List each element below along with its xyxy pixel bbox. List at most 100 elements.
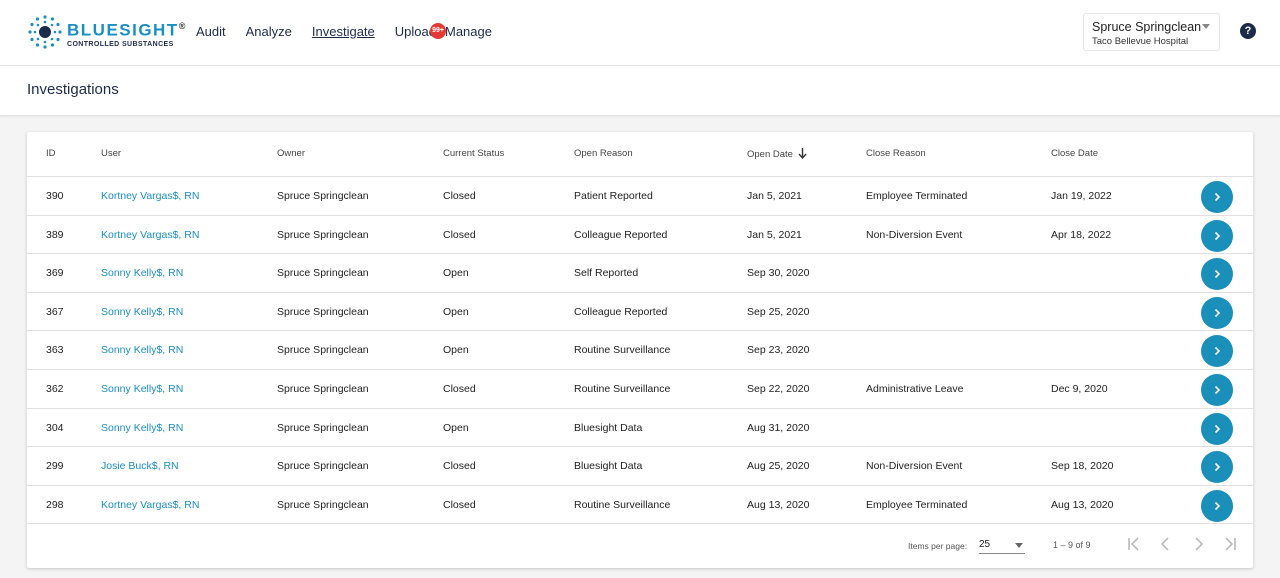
cell-id: 367 xyxy=(46,305,64,318)
cell-open-date: Aug 13, 2020 xyxy=(747,498,810,511)
cell-open-date: Jan 5, 2021 xyxy=(747,228,802,241)
previous-page-icon[interactable] xyxy=(1158,536,1174,552)
view-investigation-button[interactable] xyxy=(1201,258,1233,291)
user-menu[interactable]: Spruce Springclean Taco Bellevue Hospita… xyxy=(1083,13,1220,51)
cell-user[interactable]: Sonny Kelly$, RN xyxy=(101,344,183,356)
view-investigation-button[interactable] xyxy=(1201,489,1233,522)
view-investigation-button[interactable] xyxy=(1201,374,1233,406)
cell-close-date: Dec 9, 2020 xyxy=(1051,383,1108,395)
header-owner[interactable]: Owner xyxy=(277,148,305,159)
cell-user[interactable]: Kortney Vargas$, RN xyxy=(101,229,199,241)
registered-mark: ® xyxy=(178,21,187,31)
view-investigation-button[interactable] xyxy=(1201,451,1233,484)
paginator: Items per page: 25 1 – 9 of 9 xyxy=(27,524,1253,568)
cell-close-date: Apr 18, 2022 xyxy=(1051,228,1112,241)
header-open-reason[interactable]: Open Reason xyxy=(574,148,633,159)
table-row: 299 Josie Buck$, RN Spruce Springclean Clos… xyxy=(27,447,1253,486)
view-investigation-button[interactable] xyxy=(1201,219,1233,252)
page-title: Investigations xyxy=(27,81,119,98)
cell-owner: Spruce Springclean xyxy=(277,498,369,511)
cell-open-reason: Routine Surveillance xyxy=(574,383,671,395)
last-page-icon[interactable] xyxy=(1222,536,1238,552)
cell-open-reason: Self Reported xyxy=(574,267,639,280)
cell-owner: Spruce Springclean xyxy=(277,383,369,395)
upload-count-badge: 99+ xyxy=(430,23,446,39)
view-investigation-button[interactable] xyxy=(1201,181,1233,213)
cell-owner: Spruce Springclean xyxy=(277,305,369,318)
header-open-date[interactable]: Open Date xyxy=(747,148,807,160)
cell-id: 304 xyxy=(46,421,64,434)
cell-user[interactable]: Sonny Kelly$, RN xyxy=(101,383,183,395)
cell-id: 299 xyxy=(46,460,64,473)
items-per-page-select[interactable]: 25 xyxy=(979,536,1025,554)
cell-open-date: Aug 31, 2020 xyxy=(747,421,810,434)
view-investigation-button[interactable] xyxy=(1201,335,1233,368)
cell-close-reason: Employee Terminated xyxy=(866,498,968,511)
cell-user[interactable]: Sonny Kelly$, RN xyxy=(101,306,183,318)
table-header: ID User Owner Current Status Open Reason… xyxy=(27,132,1253,177)
cell-open-date: Jan 5, 2021 xyxy=(747,190,802,202)
table-row: 362 Sonny Kelly$, RN Spruce Springclean Clo… xyxy=(27,370,1253,409)
table-row: 390 Kortney Vargas$, RN Spruce Springclean… xyxy=(27,177,1253,216)
cell-close-reason: Non-Diversion Event xyxy=(866,460,963,473)
brand: BLUESIGHT® CONTROLLED SUBSTANCES xyxy=(67,17,187,49)
nav-investigate[interactable]: Investigate xyxy=(312,24,375,39)
cell-id: 369 xyxy=(46,267,64,280)
chevron-right-icon xyxy=(1214,424,1221,433)
first-page-icon[interactable] xyxy=(1126,536,1142,552)
bluesight-logo-icon xyxy=(28,15,62,49)
cell-status: Closed xyxy=(443,228,476,241)
next-page-icon[interactable] xyxy=(1190,536,1206,552)
cell-id: 390 xyxy=(46,190,64,202)
page-range: 1 – 9 of 9 xyxy=(1053,540,1091,550)
cell-status: Open xyxy=(443,267,469,280)
cell-open-date: Sep 23, 2020 xyxy=(747,344,810,357)
cell-status: Closed xyxy=(443,460,476,473)
cell-owner: Spruce Springclean xyxy=(277,190,369,202)
cell-user[interactable]: Sonny Kelly$, RN xyxy=(101,267,183,279)
cell-close-date: Jan 19, 2022 xyxy=(1051,190,1112,202)
cell-open-date: Aug 25, 2020 xyxy=(747,460,810,473)
header-open-date-label: Open Date xyxy=(747,149,793,160)
page-header: Investigations xyxy=(0,66,1280,116)
cell-close-reason: Employee Terminated xyxy=(866,190,968,202)
header-close-reason[interactable]: Close Reason xyxy=(866,148,926,159)
chevron-right-icon xyxy=(1214,463,1221,472)
cell-user[interactable]: Kortney Vargas$, RN xyxy=(101,190,199,202)
nav-manage[interactable]: Manage xyxy=(445,24,492,39)
items-per-page-value: 25 xyxy=(979,539,991,550)
cell-open-reason: Patient Reported xyxy=(574,190,653,202)
caret-down-icon xyxy=(1015,543,1023,548)
view-investigation-button[interactable] xyxy=(1201,412,1233,445)
cell-open-date: Sep 22, 2020 xyxy=(747,383,810,395)
cell-status: Open xyxy=(443,421,469,434)
cell-user[interactable]: Kortney Vargas$, RN xyxy=(101,499,199,511)
cell-owner: Spruce Springclean xyxy=(277,460,369,473)
view-investigation-button[interactable] xyxy=(1201,296,1233,329)
cell-owner: Spruce Springclean xyxy=(277,267,369,280)
chevron-right-icon xyxy=(1214,501,1221,510)
header-close-date[interactable]: Close Date xyxy=(1051,148,1098,159)
nav-audit[interactable]: Audit xyxy=(196,24,226,39)
cell-status: Open xyxy=(443,344,469,357)
table-row: 369 Sonny Kelly$, RN Spruce Springclean Ope… xyxy=(27,254,1253,293)
cell-open-reason: Bluesight Data xyxy=(574,460,643,473)
cell-open-reason: Colleague Reported xyxy=(574,228,668,241)
user-name: Spruce Springclean xyxy=(1092,20,1202,34)
caret-down-icon xyxy=(1202,24,1210,29)
cell-open-date: Sep 25, 2020 xyxy=(747,305,810,318)
table-row: 298 Kortney Vargas$, RN Spruce Springclean… xyxy=(27,486,1253,525)
nav-analyze[interactable]: Analyze xyxy=(246,24,292,39)
cell-user[interactable]: Josie Buck$, RN xyxy=(101,460,179,472)
cell-id: 362 xyxy=(46,383,64,395)
header-id[interactable]: ID xyxy=(46,148,56,159)
help-icon[interactable]: ? xyxy=(1240,23,1256,39)
cell-status: Closed xyxy=(443,190,476,202)
chevron-right-icon xyxy=(1214,308,1221,317)
cell-user[interactable]: Sonny Kelly$, RN xyxy=(101,422,183,434)
cell-open-reason: Routine Surveillance xyxy=(574,498,671,511)
cell-close-reason: Administrative Leave xyxy=(866,383,964,395)
cell-status: Closed xyxy=(443,383,476,395)
header-status[interactable]: Current Status xyxy=(443,148,504,159)
header-user[interactable]: User xyxy=(101,148,121,159)
